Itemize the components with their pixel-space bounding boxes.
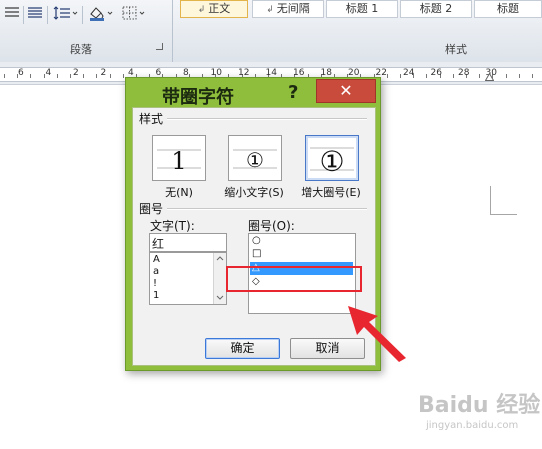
style-caption-none: 无(N) <box>165 186 193 199</box>
ribbon-group-divider <box>172 0 173 62</box>
style-no-spacing[interactable]: ↲ 无间隔 <box>252 0 324 18</box>
ruler-tick <box>532 74 533 78</box>
ruler-tick <box>109 74 111 78</box>
text-list[interactable]: A a ! 1 <box>149 252 227 305</box>
ruler-number: 28 <box>458 68 470 78</box>
style-title[interactable]: 标题 <box>474 0 542 18</box>
ruler-tick <box>122 74 124 78</box>
ruler-tick <box>83 74 85 78</box>
style-option-shrink-text[interactable]: ① <box>228 135 282 181</box>
paragraph-dialog-launcher-icon[interactable] <box>156 43 163 50</box>
ribbon: 段落 ↲ 正文 ↲ 无间隔 标题 1 标题 2 标题 样式 <box>0 0 542 63</box>
close-button[interactable]: ✕ <box>316 79 376 103</box>
dialog-body: 样式 1 ① ① 无(N) 缩小文字(S) 增大圈号(E) 圈号 文字(T): … <box>132 107 376 366</box>
style-normal[interactable]: ↲ 正文 <box>180 0 248 18</box>
list-item[interactable]: 1 <box>153 290 159 302</box>
borders-icon[interactable] <box>122 6 148 23</box>
style-glyph: 1 <box>171 147 186 175</box>
style-caption-enlarge: 增大圈号(E) <box>301 186 361 199</box>
watermark-brand: Baidu 经验 <box>418 392 540 418</box>
ruler-tick <box>70 74 71 78</box>
ruler-number: 2 <box>100 68 107 78</box>
circle-section-label: 圈号 <box>139 202 164 216</box>
list-item[interactable]: A <box>153 254 160 266</box>
enclose-characters-dialog: 带圈字符 ? ✕ 样式 1 ① ① 无(N) 缩小文字(S) 增大圈号(E) 圈… <box>125 77 381 371</box>
dialog-title: 带圈字符 <box>162 87 234 108</box>
paragraph-group-label: 段落 <box>70 43 92 56</box>
ruler-number: 26 <box>430 68 442 78</box>
ruler-tick <box>56 74 58 78</box>
text-input-value: 红 <box>152 237 165 251</box>
divider <box>167 118 367 120</box>
ruler-tick <box>400 74 401 78</box>
ruler-tick <box>96 74 98 78</box>
indent-marker-icon[interactable] <box>484 70 495 84</box>
ruler-number: 24 <box>403 68 415 78</box>
style-glyph: ① <box>319 145 344 178</box>
ruler-tick <box>4 74 5 78</box>
divider <box>167 208 367 210</box>
styles-group-label: 样式 <box>445 43 467 56</box>
ruler-tick <box>426 74 428 78</box>
style-option-enlarge-symbol[interactable]: ① <box>305 135 359 181</box>
line-spacing-icon[interactable] <box>52 6 78 23</box>
style-heading-2[interactable]: 标题 2 <box>400 0 472 18</box>
ruler-tick <box>452 74 454 78</box>
style-section-label: 样式 <box>139 112 164 126</box>
ruler-number: 2 <box>73 68 79 78</box>
style-glyph: ① <box>246 148 264 172</box>
style-heading-1[interactable]: 标题 1 <box>326 0 398 18</box>
ruler-number: 4 <box>45 68 52 78</box>
text-field-label: 文字(T): <box>150 219 195 233</box>
shading-icon[interactable] <box>88 5 116 24</box>
list-item[interactable]: ! <box>153 278 157 290</box>
help-button[interactable]: ? <box>288 82 298 103</box>
ruler-tick <box>43 74 45 78</box>
text-list-scrollbar[interactable] <box>213 253 226 304</box>
ruler-tick <box>505 74 507 78</box>
page-corner-mark <box>490 186 517 215</box>
pointer-arrow-icon <box>344 300 414 369</box>
highlight-box <box>226 266 362 292</box>
list-item[interactable]: □ <box>252 248 261 260</box>
justify-icon[interactable] <box>4 6 20 23</box>
ok-button[interactable]: 确定 <box>205 338 280 359</box>
list-item[interactable]: a <box>153 266 159 278</box>
text-input[interactable]: 红 <box>149 233 227 252</box>
watermark-url: jingyan.baidu.com <box>426 420 519 431</box>
watermark: Baidu 经验 jingyan.baidu.com <box>418 386 542 446</box>
list-item[interactable]: ○ <box>252 235 261 247</box>
style-option-none[interactable]: 1 <box>152 135 206 181</box>
distributed-align-icon[interactable] <box>27 6 43 23</box>
style-caption-shrink: 缩小文字(S) <box>224 186 284 199</box>
ruler-number: 6 <box>18 68 24 78</box>
ruler-tick <box>479 74 481 78</box>
ruler-tick <box>30 74 32 78</box>
circle-field-label: 圈号(O): <box>248 219 295 233</box>
ruler-tick <box>518 74 520 78</box>
